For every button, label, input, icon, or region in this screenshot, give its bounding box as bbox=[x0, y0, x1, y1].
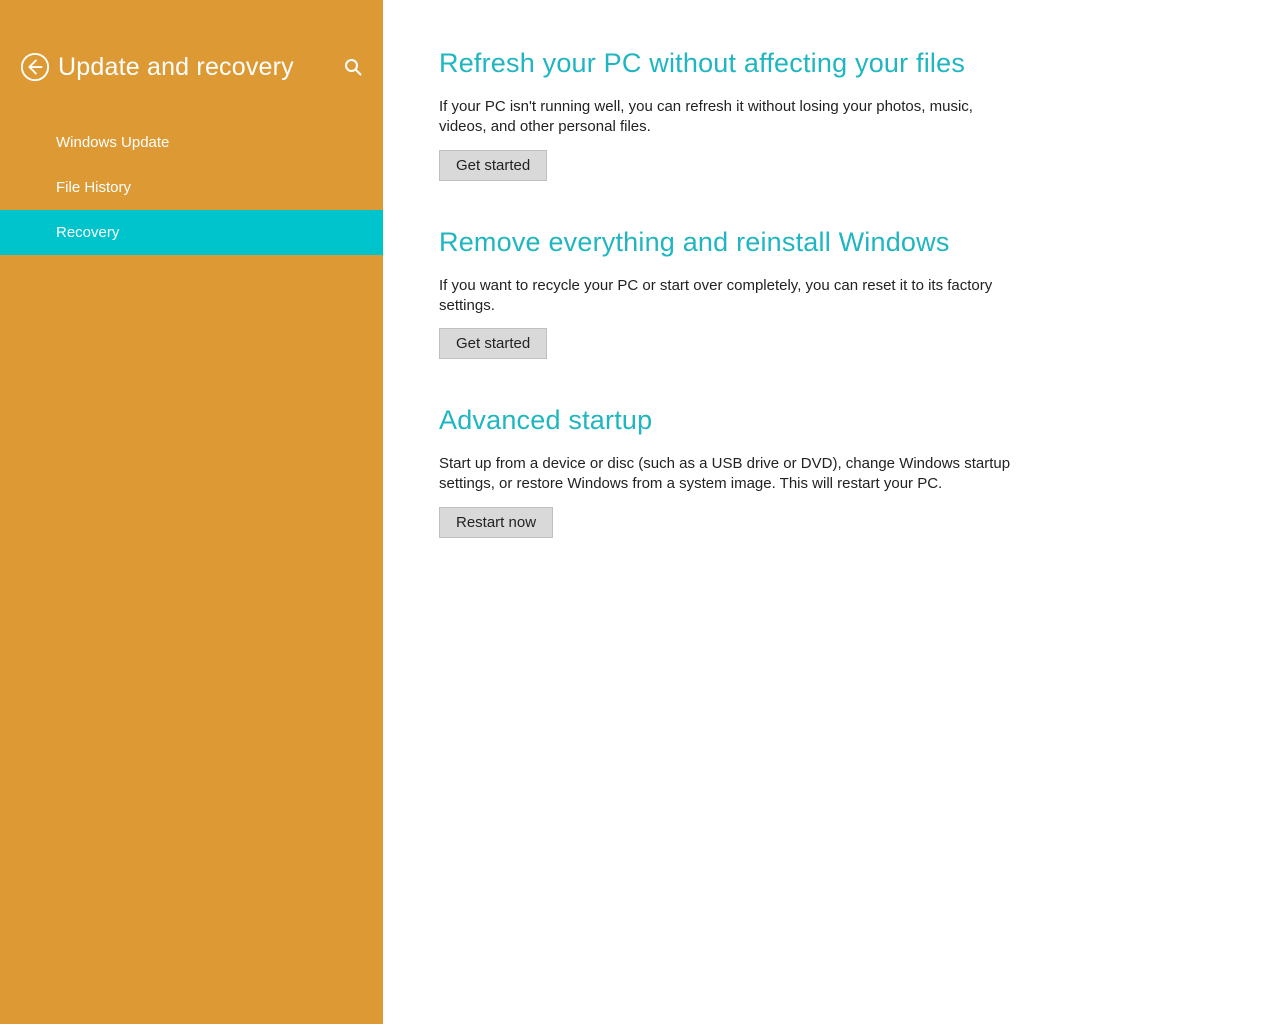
section-heading: Refresh your PC without affecting your f… bbox=[439, 48, 1224, 79]
sidebar-item-label: Windows Update bbox=[56, 134, 169, 151]
main-content: Refresh your PC without affecting your f… bbox=[383, 0, 1280, 1024]
section-advanced-startup: Advanced startup Start up from a device … bbox=[439, 405, 1224, 538]
section-refresh-pc: Refresh your PC without affecting your f… bbox=[439, 48, 1224, 181]
reinstall-get-started-button[interactable]: Get started bbox=[439, 328, 547, 359]
back-button[interactable] bbox=[20, 52, 50, 82]
back-arrow-icon bbox=[20, 52, 50, 82]
sidebar-item-file-history[interactable]: File History bbox=[0, 165, 383, 210]
restart-now-button[interactable]: Restart now bbox=[439, 507, 553, 538]
sidebar-item-label: File History bbox=[56, 179, 131, 196]
refresh-get-started-button[interactable]: Get started bbox=[439, 150, 547, 181]
sidebar-item-label: Recovery bbox=[56, 224, 119, 241]
section-description: Start up from a device or disc (such as … bbox=[439, 454, 1019, 495]
section-remove-everything: Remove everything and reinstall Windows … bbox=[439, 227, 1224, 360]
section-heading: Remove everything and reinstall Windows bbox=[439, 227, 1224, 258]
sidebar-item-recovery[interactable]: Recovery bbox=[0, 210, 383, 255]
sidebar-item-windows-update[interactable]: Windows Update bbox=[0, 120, 383, 165]
section-description: If you want to recycle your PC or start … bbox=[439, 276, 1019, 317]
search-button[interactable] bbox=[343, 57, 363, 77]
section-description: If your PC isn't running well, you can r… bbox=[439, 97, 1019, 138]
search-icon bbox=[343, 57, 363, 77]
sidebar-nav: Windows Update File History Recovery bbox=[0, 120, 383, 255]
sidebar: Update and recovery Windows Update File … bbox=[0, 0, 383, 1024]
sidebar-header: Update and recovery bbox=[0, 0, 383, 112]
section-heading: Advanced startup bbox=[439, 405, 1224, 436]
page-title: Update and recovery bbox=[58, 53, 335, 82]
